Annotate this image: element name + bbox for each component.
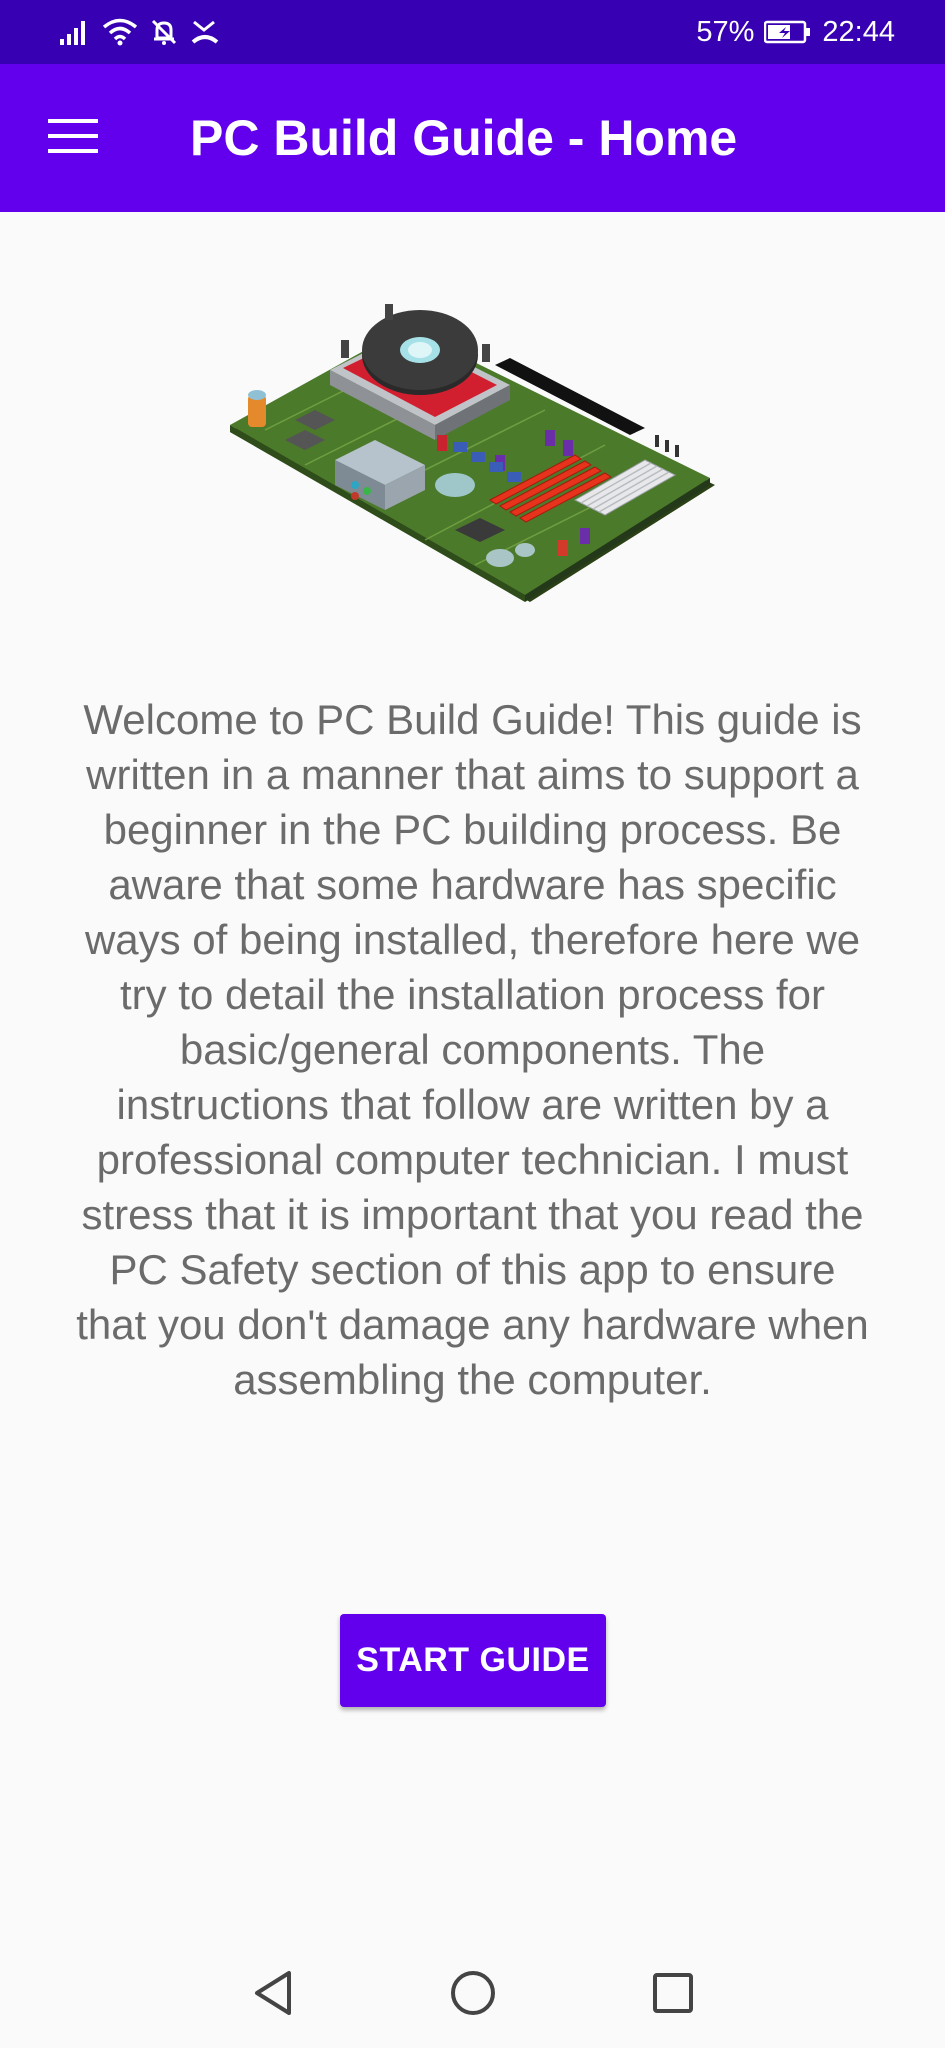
battery-charging-icon	[764, 20, 812, 44]
wifi-icon	[102, 18, 138, 46]
bell-off-icon	[150, 18, 178, 46]
signal-icon	[60, 19, 90, 45]
welcome-text: Welcome to PC Build Guide! This guide is…	[76, 696, 869, 1403]
start-guide-button[interactable]: START GUIDE	[340, 1614, 606, 1707]
status-bar: 57% 22:44	[0, 0, 945, 64]
menu-button[interactable]	[0, 64, 148, 212]
hamburger-menu-icon	[48, 119, 98, 157]
system-nav-bar	[0, 1938, 945, 2048]
page-title: PC Build Guide - Home	[190, 110, 738, 166]
motherboard-illustration	[225, 300, 715, 615]
missed-call-icon	[190, 18, 220, 46]
app-bar: PC Build Guide - Home	[0, 64, 945, 212]
home-icon[interactable]	[443, 1963, 503, 2023]
status-icons-right: 57% 22:44	[696, 16, 895, 49]
battery-percent: 57%	[696, 15, 755, 48]
status-icons-left	[60, 18, 220, 46]
clock: 22:44	[822, 15, 895, 48]
back-icon[interactable]	[243, 1963, 303, 2023]
recents-icon[interactable]	[643, 1963, 703, 2023]
